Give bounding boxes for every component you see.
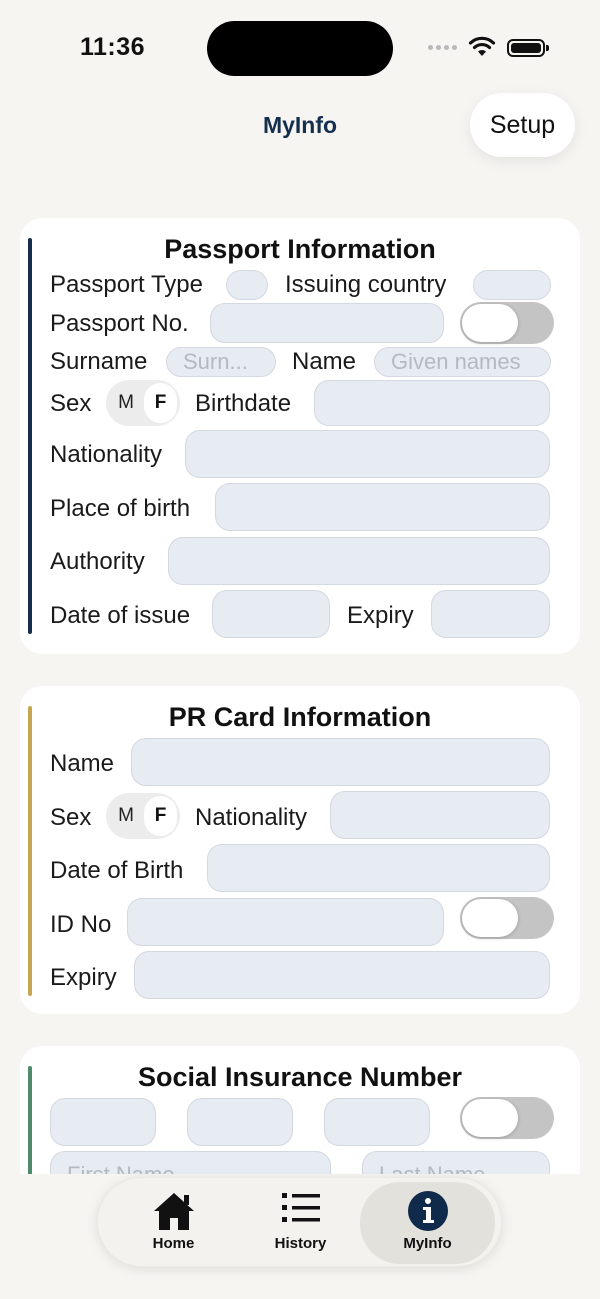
issuing-country-label: Issuing country bbox=[285, 271, 447, 298]
given-names-placeholder: Given names bbox=[391, 349, 521, 374]
date-of-issue-field[interactable] bbox=[212, 590, 330, 638]
tab-bar: Home History MyInfo bbox=[97, 1177, 502, 1267]
passport-type-field[interactable] bbox=[226, 270, 268, 300]
pr-sex-segmented-control[interactable]: M F bbox=[106, 793, 180, 839]
issuing-country-field[interactable] bbox=[473, 270, 551, 300]
wifi-icon bbox=[468, 36, 496, 56]
tab-myinfo[interactable]: MyInfo bbox=[360, 1182, 495, 1264]
surname-label: Surname bbox=[50, 348, 148, 375]
pr-accent-bar bbox=[28, 706, 32, 996]
surname-field[interactable]: Surn... bbox=[166, 347, 276, 377]
sex-female-option[interactable]: F bbox=[144, 383, 177, 423]
passport-card: Passport Information Passport Type Issui… bbox=[20, 218, 580, 654]
tab-myinfo-label: MyInfo bbox=[403, 1235, 452, 1252]
pr-sex-female-option[interactable]: F bbox=[144, 796, 177, 836]
authority-label: Authority bbox=[50, 548, 145, 575]
passport-type-label: Passport Type bbox=[50, 271, 203, 298]
pr-name-label: Name bbox=[50, 750, 115, 777]
authority-field[interactable] bbox=[168, 537, 550, 585]
sex-label: Sex bbox=[50, 390, 92, 417]
passport-no-toggle[interactable] bbox=[460, 302, 554, 344]
passport-card-title: Passport Information bbox=[164, 234, 436, 264]
pr-date-of-birth-label: Date of Birth bbox=[50, 857, 184, 884]
house-icon bbox=[153, 1193, 194, 1230]
setup-button[interactable]: Setup bbox=[470, 93, 575, 157]
birthdate-label: Birthdate bbox=[195, 390, 292, 417]
nationality-label: Nationality bbox=[50, 441, 163, 468]
tab-history-label: History bbox=[274, 1235, 327, 1252]
pr-nationality-field[interactable] bbox=[330, 791, 550, 839]
nationality-field[interactable] bbox=[185, 430, 550, 478]
battery-icon bbox=[507, 39, 549, 57]
tab-history[interactable]: History bbox=[233, 1178, 368, 1268]
pr-id-no-label: ID No bbox=[50, 911, 112, 938]
status-bar: 11:36 bbox=[0, 0, 600, 96]
passport-no-label: Passport No. bbox=[50, 310, 189, 337]
tab-home[interactable]: Home bbox=[106, 1178, 241, 1268]
birthdate-field[interactable] bbox=[314, 380, 550, 426]
pr-card: PR Card Information Name Sex M F Nationa… bbox=[20, 686, 580, 1014]
pr-nationality-label: Nationality bbox=[195, 804, 308, 831]
pr-date-of-birth-field[interactable] bbox=[207, 844, 550, 892]
given-names-field[interactable]: Given names bbox=[374, 347, 551, 377]
expiry-label: Expiry bbox=[347, 602, 414, 629]
date-of-issue-label: Date of issue bbox=[50, 602, 191, 629]
sin-card-title: Social Insurance Number bbox=[137, 1062, 463, 1092]
pr-sex-label: Sex bbox=[50, 804, 92, 831]
dynamic-island bbox=[207, 21, 393, 76]
pr-id-no-toggle[interactable] bbox=[460, 897, 554, 939]
sin-part-2-field[interactable] bbox=[187, 1098, 293, 1146]
name-label: Name bbox=[292, 348, 357, 375]
sin-part-1-field[interactable] bbox=[50, 1098, 156, 1146]
pr-expiry-field[interactable] bbox=[134, 951, 550, 999]
pr-id-no-field[interactable] bbox=[127, 898, 444, 946]
info-circle-icon bbox=[407, 1191, 448, 1231]
pr-card-title: PR Card Information bbox=[168, 702, 432, 732]
signal-icon bbox=[428, 45, 457, 50]
sin-part-3-field[interactable] bbox=[324, 1098, 430, 1146]
status-time: 11:36 bbox=[80, 33, 146, 61]
sex-male-option[interactable]: M bbox=[110, 380, 142, 426]
passport-accent-bar bbox=[28, 238, 32, 634]
sin-toggle[interactable] bbox=[460, 1097, 554, 1139]
tab-home-label: Home bbox=[152, 1235, 195, 1252]
pr-expiry-label: Expiry bbox=[50, 964, 117, 991]
expiry-field[interactable] bbox=[431, 590, 550, 638]
pr-name-field[interactable] bbox=[131, 738, 550, 786]
place-of-birth-label: Place of birth bbox=[50, 495, 191, 522]
surname-placeholder: Surn... bbox=[183, 349, 248, 374]
pr-sex-male-option[interactable]: M bbox=[110, 793, 142, 839]
place-of-birth-field[interactable] bbox=[215, 483, 550, 531]
passport-no-field[interactable] bbox=[210, 303, 444, 343]
list-icon bbox=[281, 1193, 320, 1222]
sex-segmented-control[interactable]: M F bbox=[106, 380, 180, 426]
